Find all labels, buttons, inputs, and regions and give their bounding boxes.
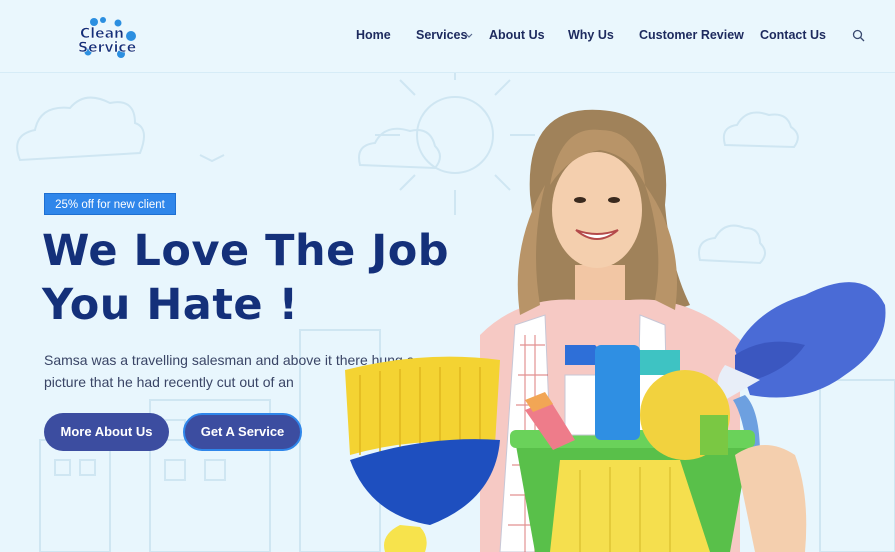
hero-headline-line2: You Hate !	[42, 280, 299, 330]
page: Clean Service Home Services About Us Why…	[0, 0, 895, 552]
nav-customer-review[interactable]: Customer Review	[639, 28, 744, 42]
clean-service-logo[interactable]: Clean Service	[76, 14, 140, 60]
discount-badge: 25% off for new client	[44, 193, 176, 215]
nav-about-us[interactable]: About Us	[489, 28, 545, 42]
nav-services[interactable]: Services	[416, 28, 467, 42]
more-about-us-button[interactable]: More About Us	[44, 413, 169, 451]
nav-contact-us[interactable]: Contact Us	[760, 28, 826, 42]
hero-image-cleaning-woman	[345, 109, 886, 552]
site-header: Clean Service Home Services About Us Why…	[0, 0, 895, 73]
search-icon[interactable]	[852, 29, 865, 42]
nav-home[interactable]: Home	[356, 28, 391, 42]
get-a-service-button[interactable]: Get A Service	[183, 413, 302, 451]
svg-text:Service: Service	[78, 40, 136, 56]
nav-why-us[interactable]: Why Us	[568, 28, 614, 42]
chevron-down-icon[interactable]	[465, 33, 473, 39]
